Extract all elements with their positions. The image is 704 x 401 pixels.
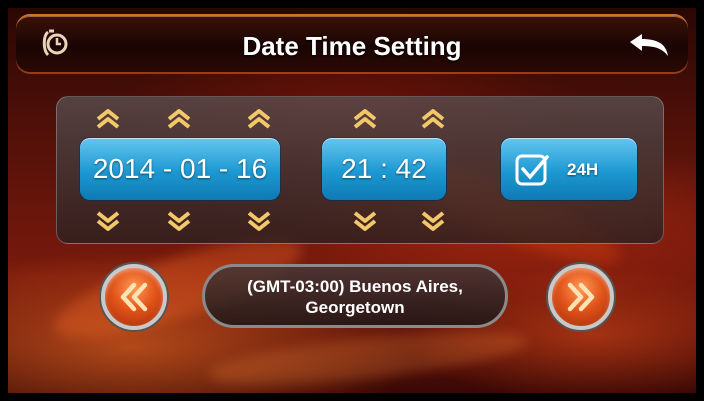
checkbox-checked-icon[interactable]: [515, 153, 549, 187]
page-title: Date Time Setting: [242, 31, 462, 61]
hour-up-chevron-icon[interactable]: [352, 108, 378, 130]
year-down-chevron-icon[interactable]: [95, 210, 121, 232]
hour-down-chevron-icon[interactable]: [352, 210, 378, 232]
timezone-display: (GMT-03:00) Buenos Aires, Georgetown: [202, 264, 508, 328]
month-down-chevron-icon[interactable]: [166, 210, 192, 232]
timezone-line-2: Georgetown: [305, 298, 405, 317]
minute-up-chevron-icon[interactable]: [420, 108, 446, 130]
timezone-line-1: (GMT-03:00) Buenos Aires,: [247, 277, 463, 296]
double-chevron-right-icon: [567, 282, 595, 312]
title-bar: Date Time Setting: [16, 14, 688, 72]
day-down-chevron-icon[interactable]: [246, 210, 272, 232]
back-arrow-icon[interactable]: [628, 32, 670, 58]
month-up-chevron-icon[interactable]: [166, 108, 192, 130]
format-24h-toggle[interactable]: 24H: [501, 138, 637, 200]
timezone-next-button[interactable]: [548, 264, 614, 330]
minute-down-chevron-icon[interactable]: [420, 210, 446, 232]
year-up-chevron-icon[interactable]: [95, 108, 121, 130]
timezone-prev-button[interactable]: [101, 264, 167, 330]
day-up-chevron-icon[interactable]: [246, 108, 272, 130]
time-field[interactable]: 21 : 42: [322, 138, 446, 200]
date-field[interactable]: 2014 - 01 - 16: [80, 138, 280, 200]
flame-decoration: [206, 321, 530, 393]
double-chevron-left-icon: [120, 282, 148, 312]
format-24h-label: 24H: [567, 160, 599, 179]
